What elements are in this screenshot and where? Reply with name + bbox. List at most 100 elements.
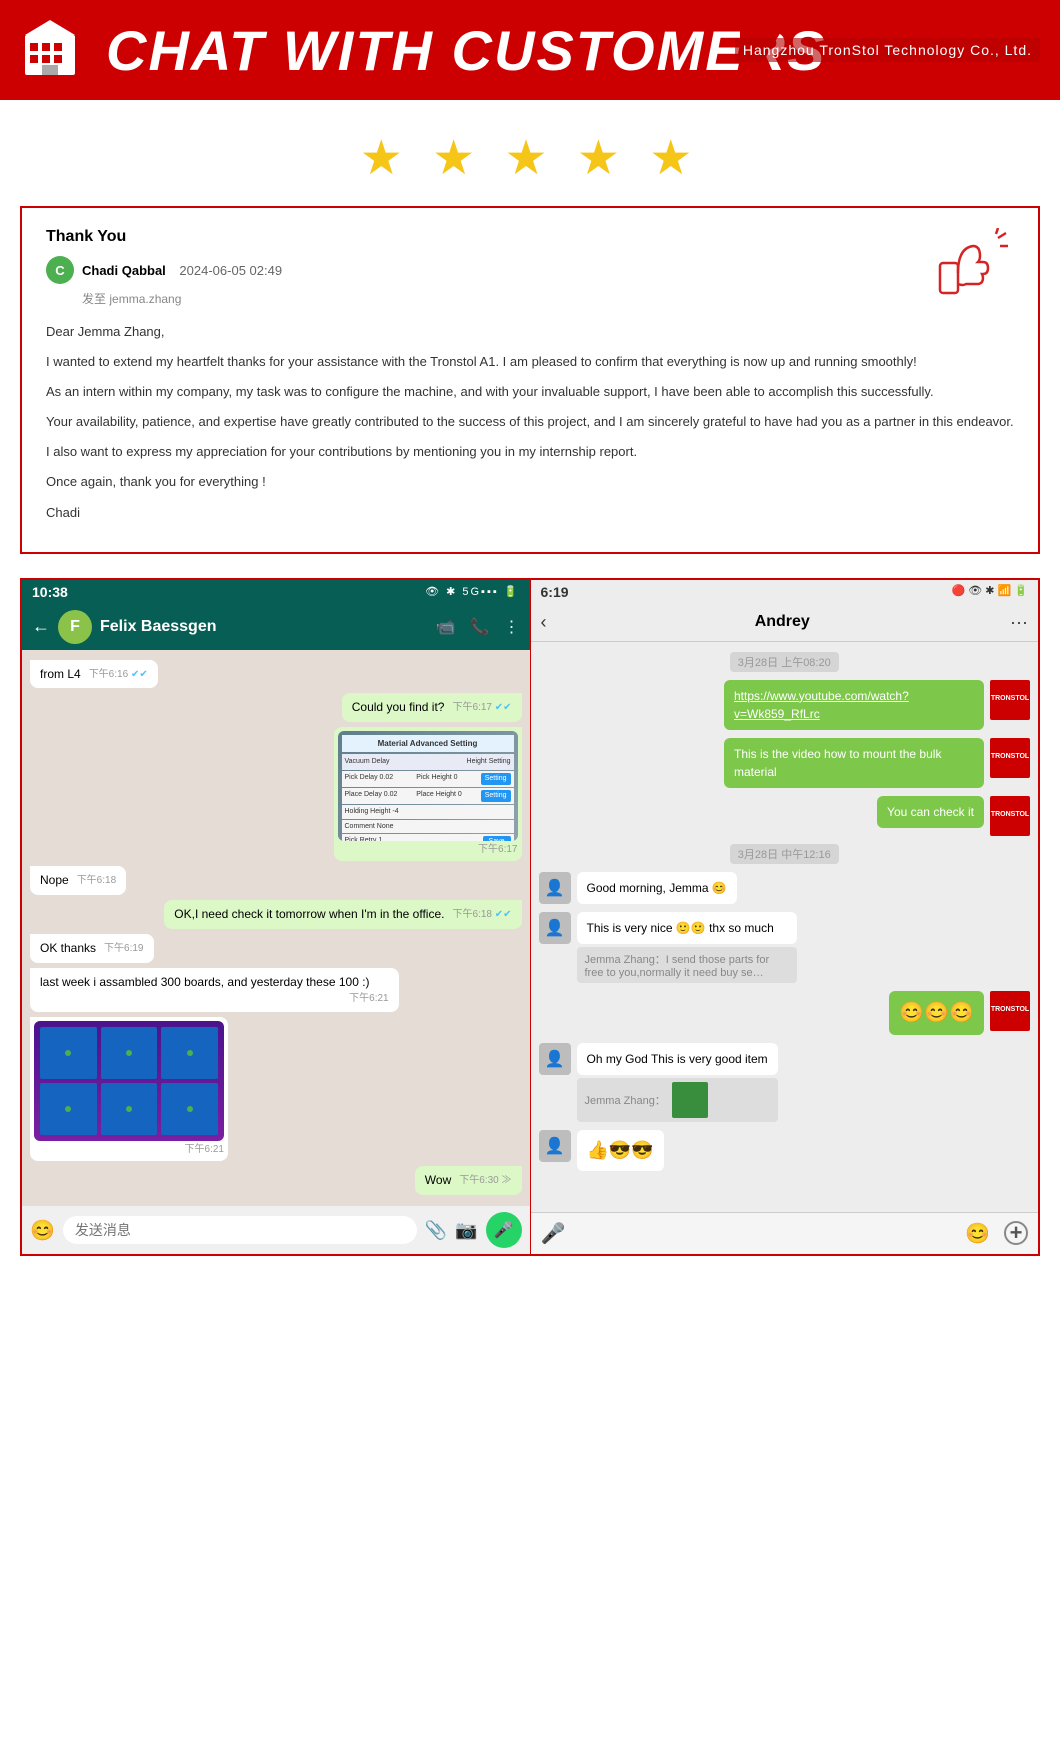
letter-body: Dear Jemma Zhang, I wanted to extend my … bbox=[46, 321, 1014, 524]
msg-very-nice: This is very nice 🙂🙂 thx so much bbox=[577, 912, 797, 944]
more-options-icon[interactable]: ⋮ bbox=[504, 617, 520, 637]
msg-text: Wow bbox=[425, 1173, 451, 1187]
whatsapp-input-bar: 😊 📎 📷 🎤 bbox=[22, 1205, 530, 1254]
sender-to: 发至 jemma.zhang bbox=[82, 290, 1014, 307]
msg-sent-emojis: 😊😊😊 bbox=[889, 991, 984, 1035]
msg-text: last week i assambled 300 boards, and ye… bbox=[40, 975, 370, 989]
msg-time: 下午6:30 ≫ bbox=[459, 1174, 511, 1188]
msg-screenshot-img: Material Advanced Setting Vacuum DelayHe… bbox=[334, 727, 522, 861]
msg-time: 下午6:17 ✔✔ bbox=[452, 701, 511, 715]
msg-thumbs-row: 👤 👍😎😎 bbox=[539, 1130, 981, 1171]
msg-boards-img: 下午6:21 bbox=[30, 1017, 228, 1161]
left-time: 10:38 bbox=[32, 584, 68, 600]
msg-check-it: You can check it bbox=[877, 796, 984, 828]
msg-find-it: Could you find it? 下午6:17 ✔✔ bbox=[342, 693, 522, 722]
msg-time: 下午6:19 bbox=[104, 942, 143, 956]
mic-button[interactable]: 🎤 bbox=[486, 1212, 522, 1248]
msg-time: 下午6:18 ✔✔ bbox=[452, 908, 511, 922]
contact-name: Felix Baessgen bbox=[100, 618, 217, 636]
wechat-back-icon[interactable]: ‹ bbox=[541, 612, 547, 633]
wechat-messages: 3月28日 上午08:20 https://www.youtube.com/wa… bbox=[531, 642, 1039, 1213]
right-status-icons: 🔴 👁 ✱ 📶 🔋 bbox=[952, 584, 1029, 600]
receiver-avatar-1: 👤 bbox=[539, 872, 571, 904]
board-preview-img bbox=[672, 1082, 708, 1118]
msg-emoji-row: 😊😊😊 TRONSTOL bbox=[539, 991, 1031, 1035]
left-status-icons: 👁 ✱ 5G▪▪▪ 🔋 bbox=[425, 585, 519, 598]
msg-text: Nope bbox=[40, 873, 69, 887]
screenshot-content: Material Advanced Setting Vacuum DelayHe… bbox=[338, 731, 518, 841]
msg-jemma-reply: Jemma Zhang：I send those parts for free … bbox=[577, 947, 797, 983]
wechat-right-icons: 😊 + bbox=[965, 1221, 1028, 1246]
date-label-1: 3月28日 上午08:20 bbox=[730, 652, 839, 672]
wechat-emoji-icon[interactable]: 😊 bbox=[965, 1221, 990, 1246]
letter-p1: I wanted to extend my heartfelt thanks f… bbox=[46, 351, 1014, 373]
attach-icon[interactable]: 📎 bbox=[425, 1220, 447, 1241]
whatsapp-chat: 10:38 👁 ✱ 5G▪▪▪ 🔋 ← F Felix Baessgen 📹 📞… bbox=[22, 580, 531, 1255]
chat-screenshots: 10:38 👁 ✱ 5G▪▪▪ 🔋 ← F Felix Baessgen 📹 📞… bbox=[20, 578, 1040, 1257]
sender-row: C Chadi Qabbal 2024-06-05 02:49 bbox=[46, 256, 1014, 284]
sender-logo-4: TRONSTOL bbox=[990, 991, 1030, 1031]
msg-text: Could you find it? bbox=[352, 700, 445, 714]
header-title: CHAT WITH CUSTOMERS bbox=[106, 18, 826, 83]
card-title: Thank You bbox=[46, 228, 1014, 246]
wechat-add-icon[interactable]: + bbox=[1004, 1221, 1028, 1245]
whatsapp-messages: from L4 下午6:16 ✔✔ Could you find it? 下午6… bbox=[22, 650, 530, 1206]
letter-greeting: Dear Jemma Zhang, bbox=[46, 321, 1014, 343]
letter-p2: As an intern within my company, my task … bbox=[46, 381, 1014, 403]
msg-youtube-link-row: https://www.youtube.com/watch?v=Wk859_Rf… bbox=[539, 680, 1031, 730]
right-time: 6:19 bbox=[541, 584, 569, 600]
company-name: Hangzhou TronStol Technology Co., Ltd. bbox=[735, 38, 1040, 62]
receiver-avatar-2: 👤 bbox=[539, 912, 571, 944]
scr-row-1: Pick Delay 0.02Pick Height 0Setting bbox=[342, 771, 514, 787]
boards-visual bbox=[34, 1021, 224, 1141]
back-arrow-icon[interactable]: ← bbox=[32, 616, 50, 637]
wechat-input-bar: 🎤 😊 + bbox=[531, 1212, 1039, 1254]
sender-logo-3: TRONSTOL bbox=[990, 796, 1030, 836]
msg-very-nice-row: 👤 This is very nice 🙂🙂 thx so much Jemma… bbox=[539, 912, 981, 983]
logo-icon bbox=[20, 15, 90, 85]
screenshot-header: Material Advanced Setting bbox=[342, 735, 514, 752]
contact-avatar: F bbox=[58, 610, 92, 644]
video-call-icon[interactable]: 📹 bbox=[436, 617, 456, 637]
thumbs-up-icon bbox=[928, 228, 1008, 322]
rating-stars: ★ ★ ★ ★ ★ bbox=[360, 132, 701, 185]
wechat-voice-icon[interactable]: 🎤 bbox=[541, 1221, 566, 1246]
wechat-more-icon[interactable]: ··· bbox=[1010, 612, 1028, 633]
msg-good-morning-row: 👤 Good morning, Jemma 😊 bbox=[539, 872, 981, 904]
board-6 bbox=[161, 1083, 218, 1135]
date-label-2: 3月28日 中午12:16 bbox=[730, 844, 839, 864]
message-input[interactable] bbox=[63, 1216, 417, 1244]
youtube-link: https://www.youtube.com/watch?v=Wk859_Rf… bbox=[734, 689, 909, 721]
sender-logo-1: TRONSTOL bbox=[990, 680, 1030, 720]
wechat-header: ‹ Andrey ··· bbox=[531, 604, 1039, 642]
header: CHAT WITH CUSTOMERS Hangzhou TronStol Te… bbox=[0, 0, 1060, 100]
sender-date: 2024-06-05 02:49 bbox=[179, 263, 282, 278]
emoji-button[interactable]: 😊 bbox=[30, 1218, 55, 1243]
scr-row-3: Holding Height -4 bbox=[342, 805, 514, 819]
scr-row-5: Pick Retry 1Save bbox=[342, 834, 514, 841]
camera-icon[interactable]: 📷 bbox=[455, 1220, 477, 1241]
board-1 bbox=[40, 1027, 97, 1079]
msg-time: 下午6:17 bbox=[478, 843, 517, 857]
msg-time: 下午6:21 bbox=[185, 1143, 224, 1157]
msg-video-text: This is the video how to mount the bulk … bbox=[724, 738, 984, 788]
msg-video-row: This is the video how to mount the bulk … bbox=[539, 738, 1031, 788]
voice-call-icon[interactable]: 📞 bbox=[470, 617, 490, 637]
letter-p5: Once again, thank you for everything ! bbox=[46, 471, 1014, 493]
msg-youtube-link: https://www.youtube.com/watch?v=Wk859_Rf… bbox=[724, 680, 984, 730]
msg-ok-thanks: OK thanks 下午6:19 bbox=[30, 934, 154, 963]
msg-nope: Nope 下午6:18 bbox=[30, 866, 126, 895]
msg-text: from L4 bbox=[40, 667, 81, 681]
board-5 bbox=[101, 1083, 158, 1135]
msg-good-morning: Good morning, Jemma 😊 bbox=[577, 872, 737, 904]
msg-wow: Wow 下午6:30 ≫ bbox=[415, 1166, 522, 1195]
board-2 bbox=[101, 1027, 158, 1079]
msg-jemma-board-reply: Jemma Zhang： bbox=[577, 1078, 778, 1122]
stars-section: ★ ★ ★ ★ ★ bbox=[0, 100, 1060, 206]
msg-thumbs: 👍😎😎 bbox=[577, 1130, 664, 1171]
board-4 bbox=[40, 1083, 97, 1135]
msg-from-l4: from L4 下午6:16 ✔✔ bbox=[30, 660, 158, 689]
receiver-avatar-3: 👤 bbox=[539, 1043, 571, 1075]
msg-text: OK thanks bbox=[40, 941, 96, 955]
screenshot-image: Material Advanced Setting Vacuum DelayHe… bbox=[338, 731, 518, 841]
